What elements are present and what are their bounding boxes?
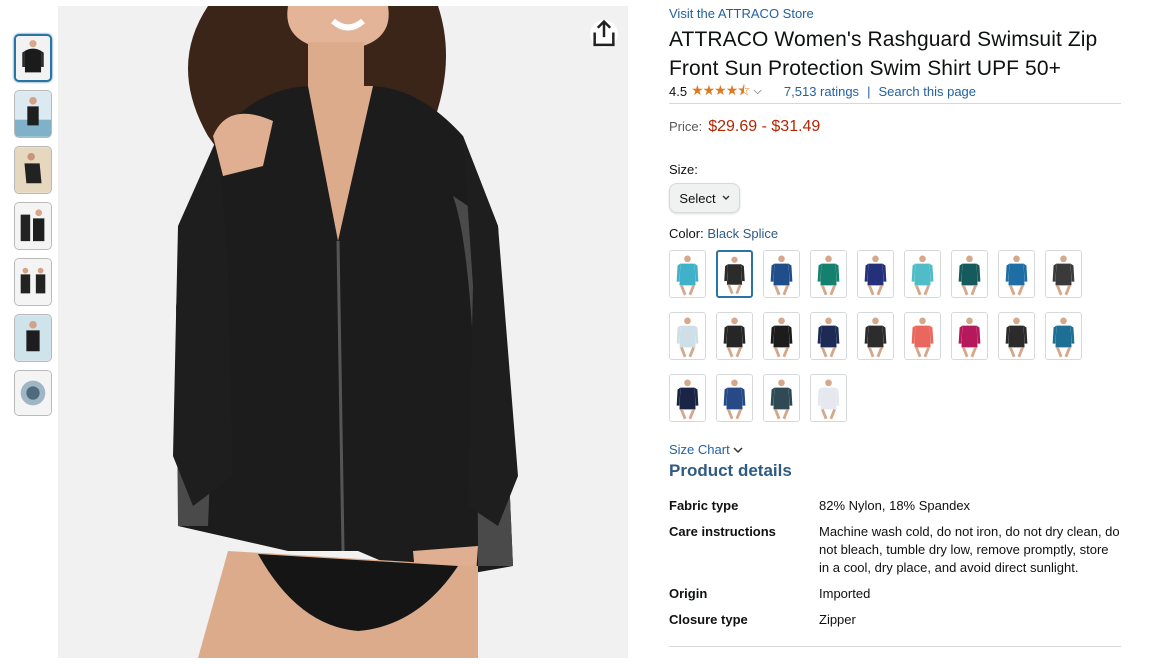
detail-key: Closure type [669,612,748,627]
main-product-image[interactable] [58,6,628,658]
share-button[interactable] [590,20,618,48]
color-swatch[interactable] [716,312,753,360]
product-title: ATTRACO Women's Rashguard Swimsuit Zip F… [669,28,1098,80]
color-swatch[interactable] [716,374,753,422]
detail-value: 82% Nylon, 18% Spandex [819,498,971,513]
color-swatch[interactable] [810,250,847,298]
thumbnail-video[interactable] [14,370,52,416]
detail-value: Zipper [819,612,856,627]
color-swatch-grid [669,250,1089,422]
color-swatch[interactable] [669,312,706,360]
search-page-link[interactable]: Search this page [878,84,976,99]
thumbnail-5[interactable] [14,258,52,306]
color-swatch[interactable] [669,250,706,298]
detail-row: Care instructions Machine wash cold, do … [669,523,1121,577]
thumbnail-6[interactable] [14,314,52,362]
detail-row: Origin Imported [669,585,1121,603]
product-details-table: Fabric type 82% Nylon, 18% Spandex Care … [669,497,1121,629]
ratings-count-link[interactable]: 7,513 ratings [784,84,859,99]
chevron-down-icon[interactable]: ⌵ [754,85,762,98]
detail-row: Closure type Zipper [669,611,1121,629]
color-swatch[interactable] [951,250,988,298]
size-select[interactable]: Select [669,183,740,213]
detail-value: Imported [819,586,871,601]
star-rating-icon[interactable]: ★★★★⯪ [691,80,750,104]
detail-value: Machine wash cold, do not iron, do not d… [819,524,1120,575]
size-label: Size: [669,162,698,177]
product-details-heading: Product details [669,461,792,480]
color-swatch[interactable] [998,312,1035,360]
color-swatch[interactable] [669,374,706,422]
color-swatch[interactable] [810,312,847,360]
color-swatch[interactable] [904,250,941,298]
divider [669,646,1121,647]
detail-key: Care instructions [669,524,776,539]
rating-row: 4.5 ★★★★⯪ ⌵ 7,513 ratings | Search this … [669,82,1121,104]
share-icon [593,20,615,47]
size-chart-label: Size Chart [669,442,730,457]
color-swatch[interactable] [716,250,753,298]
color-swatch[interactable] [998,250,1035,298]
color-label: Color: Black Splice [669,226,1121,241]
color-swatch[interactable] [810,374,847,422]
size-select-label: Select [679,190,716,206]
store-link[interactable]: Visit the ATTRACO Store [669,6,1121,21]
thumbnail-4[interactable] [14,202,52,250]
thumbnail-3[interactable] [14,146,52,194]
color-swatch[interactable] [1045,250,1082,298]
color-swatch[interactable] [857,312,894,360]
price-row: Price: $29.69 - $31.49 [669,118,1121,136]
price-value: $29.69 - $31.49 [708,118,821,135]
thumbnail-strip [14,34,54,424]
detail-key: Origin [669,586,708,601]
chevron-down-icon [722,195,730,200]
color-swatch[interactable] [763,312,800,360]
color-value: Black Splice [707,226,779,241]
rating-value: 4.5 [669,84,688,99]
chevron-down-icon [733,447,743,454]
size-chart-link[interactable]: Size Chart [669,442,1121,457]
color-swatch[interactable] [1045,312,1082,360]
color-swatch[interactable] [904,312,941,360]
color-swatch[interactable] [763,374,800,422]
product-info-panel: Visit the ATTRACO Store ATTRACO Women's … [669,6,1121,637]
thumbnail-2[interactable] [14,90,52,138]
detail-key: Fabric type [669,498,739,513]
price-label: Price: [669,119,703,134]
thumbnail-1[interactable] [14,34,52,82]
color-swatch[interactable] [763,250,800,298]
color-label-text: Color: [669,226,704,241]
color-swatch[interactable] [951,312,988,360]
color-swatch[interactable] [857,250,894,298]
separator: | [867,84,871,99]
detail-row: Fabric type 82% Nylon, 18% Spandex [669,497,1121,515]
